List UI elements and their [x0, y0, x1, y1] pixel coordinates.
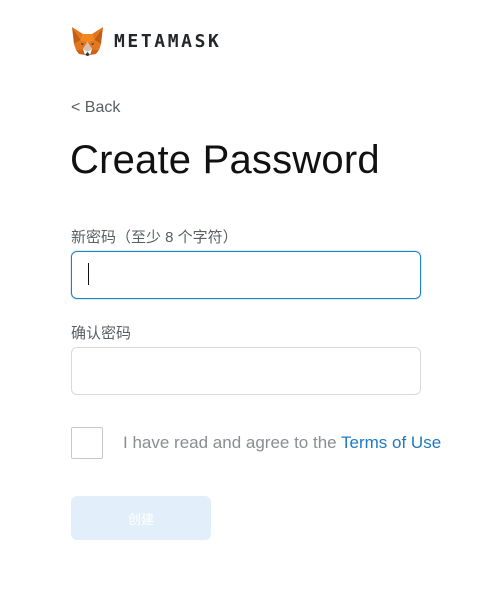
terms-of-use-link[interactable]: Terms of Use	[341, 433, 441, 452]
page-title: Create Password	[70, 138, 380, 182]
create-button[interactable]: 创建	[71, 496, 211, 540]
text-cursor	[88, 263, 89, 285]
confirm-password-input[interactable]	[71, 347, 421, 395]
new-password-label: 新密码（至少 8 个字符）	[71, 229, 238, 246]
terms-prefix: I have read and agree to the	[123, 433, 342, 452]
metamask-wordmark: METAMASK	[114, 31, 222, 52]
terms-checkbox[interactable]	[71, 427, 103, 459]
back-link[interactable]: < Back	[71, 99, 120, 117]
new-password-input[interactable]	[71, 251, 421, 299]
terms-row: I have read and agree to the Terms of Us…	[71, 427, 441, 459]
confirm-password-label: 确认密码	[71, 325, 132, 342]
fox-icon	[72, 27, 103, 56]
terms-text: I have read and agree to the Terms of Us…	[123, 433, 441, 453]
metamask-logo: METAMASK	[71, 26, 222, 57]
